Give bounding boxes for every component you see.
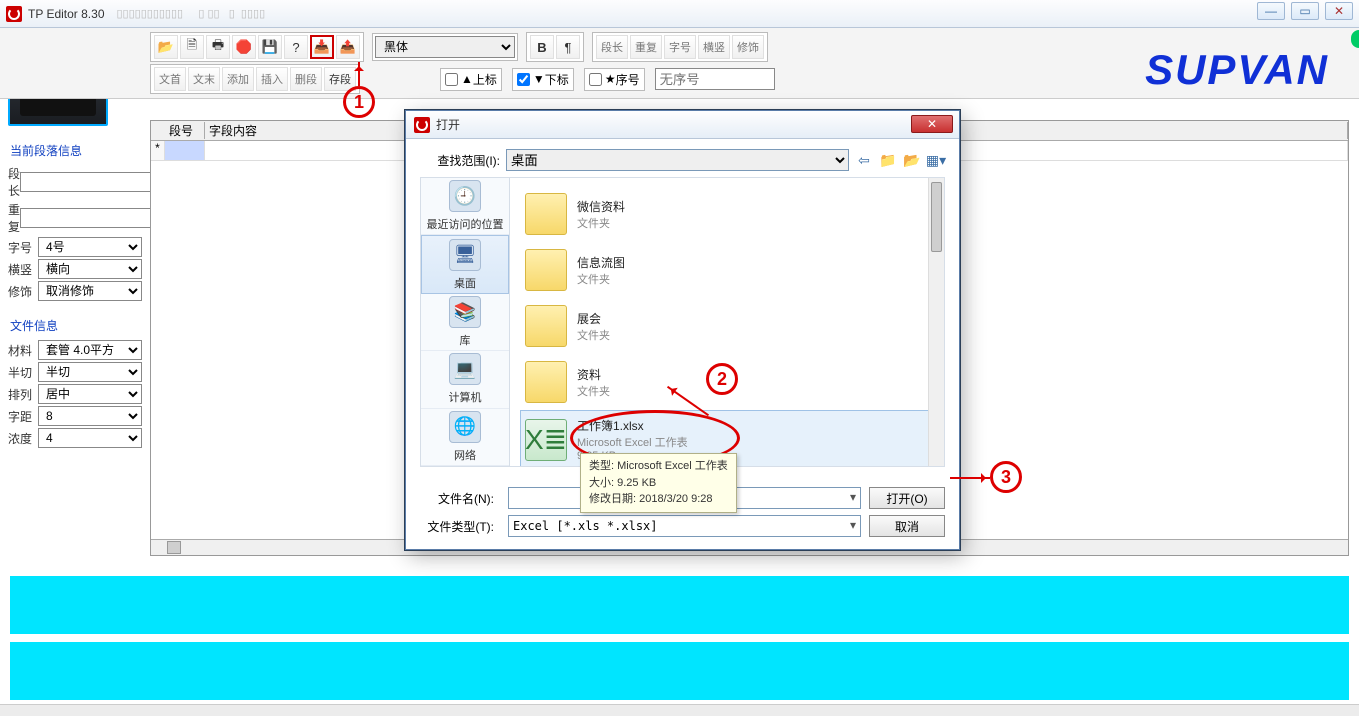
bold-button[interactable]: B	[530, 35, 554, 59]
filename-label: 文件名(N):	[420, 490, 500, 507]
density-select[interactable]: 4	[38, 428, 142, 448]
decor-select[interactable]: 取消修饰	[38, 281, 142, 301]
print-icon[interactable]: 🖶	[206, 35, 230, 59]
xlsx-icon: X≣	[525, 419, 567, 461]
fontsize-button[interactable]: 字号	[664, 35, 696, 59]
file-toolbar: 📂 🗎 🖶 🛑 💾 ? 📥 📤	[150, 32, 364, 62]
material-select[interactable]: 套管 4.0平方	[38, 340, 142, 360]
filetype-label: 文件类型(T):	[420, 518, 500, 535]
section-file-info: 文件信息	[8, 313, 142, 338]
section-current-para: 当前段落信息	[8, 138, 142, 163]
list-item[interactable]: 展会文件夹	[520, 298, 934, 354]
lookin-select[interactable]: 桌面	[506, 149, 849, 171]
insert-button[interactable]: 插入	[256, 67, 288, 91]
fontsize-select[interactable]: 4号	[38, 237, 142, 257]
newfolder-icon[interactable]: 📂	[903, 151, 921, 169]
dialog-icon	[414, 117, 430, 133]
minimize-button[interactable]: —	[1257, 2, 1285, 20]
superscript-check[interactable]: ▲上标	[440, 68, 502, 91]
folder-icon	[525, 361, 567, 403]
back-icon[interactable]: ⇦	[855, 151, 873, 169]
preview-bar-1	[10, 576, 1349, 634]
halfcut-select[interactable]: 半切	[38, 362, 142, 382]
decor-button[interactable]: 修饰	[732, 35, 764, 59]
up-icon[interactable]: 📁	[879, 151, 897, 169]
seglen-button[interactable]: 段长	[596, 35, 628, 59]
align-select[interactable]: 居中	[38, 384, 142, 404]
subscript-check[interactable]: ▼下标	[512, 68, 574, 91]
app-title: TP Editor 8.30	[28, 7, 105, 21]
save-seg-button[interactable]: 存段	[324, 67, 356, 91]
left-panel: 当前段落信息 段长 重复 字号4号 横竖横向 修饰取消修饰 文件信息 材料套管 …	[8, 138, 142, 450]
add-button[interactable]: 添加	[222, 67, 254, 91]
titlebar: TP Editor 8.30 ▯▯▯▯▯▯▯▯▯▯▯ ▯ ▯▯ ▯ ▯▯▯▯	[0, 0, 1359, 28]
delete-seg-button[interactable]: 删段	[290, 67, 322, 91]
file-tooltip: 类型: Microsoft Excel 工作表 大小: 9.25 KB 修改日期…	[580, 453, 737, 513]
folder-icon	[525, 305, 567, 347]
place-network[interactable]: 🌐网络	[421, 409, 509, 466]
sequence-input[interactable]	[655, 68, 775, 90]
orient-select[interactable]: 横向	[38, 259, 142, 279]
toolbar-area: 📂 🗎 🖶 🛑 💾 ? 📥 📤 黑体 B ¶ 段长 重复 字号 横竖 修饰	[0, 28, 1359, 99]
list-item[interactable]: 微信资料文件夹	[520, 186, 934, 242]
repeat-button[interactable]: 重复	[630, 35, 662, 59]
help-icon[interactable]: ?	[284, 35, 308, 59]
filelist-scrollbar[interactable]	[928, 178, 944, 466]
preview-bar-2	[10, 642, 1349, 700]
open-button[interactable]: 打开(O)	[869, 487, 945, 509]
cancel-button[interactable]: 取消	[869, 515, 945, 537]
place-desktop[interactable]: 🖥桌面	[421, 235, 509, 293]
filetype-combo[interactable]: Excel [*.xls *.xlsx]	[508, 515, 861, 537]
title-misc: ▯▯▯▯▯▯▯▯▯▯▯ ▯ ▯▯ ▯ ▯▯▯▯	[117, 7, 266, 20]
open-icon[interactable]: 📂	[154, 35, 178, 59]
para-button[interactable]: ¶	[556, 35, 580, 59]
import-icon[interactable]: 📥	[310, 35, 334, 59]
text-last-button[interactable]: 文末	[188, 67, 220, 91]
spacing-select[interactable]: 8	[38, 406, 142, 426]
stop-icon[interactable]: 🛑	[232, 35, 256, 59]
lookin-label: 查找范围(I):	[420, 152, 500, 169]
maximize-button[interactable]: ▭	[1291, 2, 1319, 20]
dialog-title: 打开	[436, 116, 460, 133]
text-first-button[interactable]: 文首	[154, 67, 186, 91]
places-bar: 🕘最近访问的位置 🖥桌面 📚库 💻计算机 🌐网络	[420, 177, 510, 467]
orient-button[interactable]: 横竖	[698, 35, 730, 59]
new-icon[interactable]: 🗎	[180, 35, 204, 59]
close-button[interactable]: ✕	[1325, 2, 1353, 20]
place-libraries[interactable]: 📚库	[421, 294, 509, 351]
export-icon[interactable]: 📤	[336, 35, 360, 59]
place-computer[interactable]: 💻计算机	[421, 351, 509, 408]
status-bar	[0, 704, 1359, 716]
col-segno: 段号	[165, 122, 205, 139]
place-recent[interactable]: 🕘最近访问的位置	[421, 178, 509, 235]
brand-logo: SUPVAN	[1145, 46, 1329, 94]
file-list: 微信资料文件夹 信息流图文件夹 展会文件夹 资料文件夹 X≣ 工作簿1.xlsx…	[510, 177, 945, 467]
list-item[interactable]: 资料文件夹	[520, 354, 934, 410]
viewmode-icon[interactable]: ▦▾	[927, 151, 945, 169]
list-item[interactable]: 信息流图文件夹	[520, 242, 934, 298]
font-combo[interactable]: 黑体	[375, 36, 515, 58]
app-icon	[6, 6, 22, 22]
folder-icon	[525, 193, 567, 235]
dialog-close-button[interactable]: ✕	[911, 115, 953, 133]
save-icon[interactable]: 💾	[258, 35, 282, 59]
right-tab-handle[interactable]	[1351, 30, 1359, 48]
sequence-check[interactable]: ★序号	[584, 68, 645, 91]
folder-icon	[525, 249, 567, 291]
window-controls: — ▭ ✕	[1257, 2, 1353, 20]
